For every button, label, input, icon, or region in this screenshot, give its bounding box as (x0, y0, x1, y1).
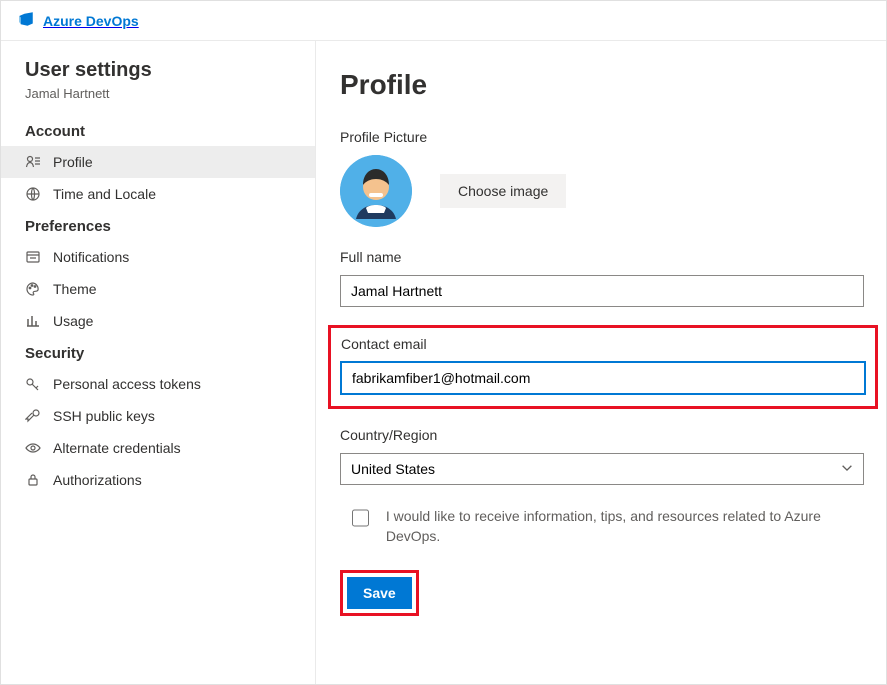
sidebar-item-label: Notifications (53, 249, 129, 265)
sidebar-item-time-locale[interactable]: Time and Locale (1, 178, 315, 210)
profile-picture-label: Profile Picture (340, 129, 866, 145)
sidebar-item-label: Authorizations (53, 472, 142, 488)
sidebar-subtitle: Jamal Hartnett (1, 86, 315, 101)
contact-email-input[interactable] (341, 362, 865, 394)
lock-icon (25, 472, 41, 488)
main-content: Profile Profile Picture Cho (316, 41, 886, 684)
full-name-input[interactable] (340, 275, 864, 307)
profile-icon (25, 154, 41, 170)
sidebar-item-label: Profile (53, 154, 93, 170)
country-label: Country/Region (340, 427, 866, 443)
sidebar-item-label: Usage (53, 313, 93, 329)
globe-icon (25, 186, 41, 202)
usage-icon (25, 313, 41, 329)
sidebar-item-notifications[interactable]: Notifications (1, 241, 315, 273)
full-name-label: Full name (340, 249, 866, 265)
page-title: Profile (340, 69, 866, 101)
sidebar-item-ssh[interactable]: SSH public keys (1, 400, 315, 432)
avatar (340, 155, 412, 227)
save-highlight: Save (340, 570, 419, 616)
sidebar-item-usage[interactable]: Usage (1, 305, 315, 337)
sidebar-section-account: Account Profile (1, 115, 315, 210)
sidebar-item-pat[interactable]: Personal access tokens (1, 368, 315, 400)
sidebar-item-profile[interactable]: Profile (1, 146, 315, 178)
contact-email-highlight: Contact email (328, 325, 878, 409)
opt-in-checkbox[interactable] (352, 509, 369, 527)
sidebar-section-preferences: Preferences Notifications (1, 210, 315, 337)
sidebar-item-theme[interactable]: Theme (1, 273, 315, 305)
sidebar-section-security: Security Personal access tokens (1, 337, 315, 496)
sidebar-item-authorizations[interactable]: Authorizations (1, 464, 315, 496)
save-button[interactable]: Save (347, 577, 412, 609)
opt-in-row: I would like to receive information, tip… (348, 507, 848, 546)
notifications-icon (25, 249, 41, 265)
sidebar-item-label: Theme (53, 281, 97, 297)
topbar: Azure DevOps (1, 1, 886, 41)
profile-picture-field: Profile Picture Choose image (340, 129, 866, 227)
country-field: Country/Region (340, 427, 866, 485)
choose-image-button[interactable]: Choose image (440, 174, 566, 208)
sidebar-section-title: Preferences (1, 210, 315, 241)
sidebar-item-label: Alternate credentials (53, 440, 181, 456)
sidebar-item-label: SSH public keys (53, 408, 155, 424)
azure-devops-logo-icon (17, 10, 35, 31)
opt-in-label[interactable]: I would like to receive information, tip… (386, 507, 848, 546)
sidebar-section-title: Security (1, 337, 315, 368)
sidebar-section-title: Account (1, 115, 315, 146)
sidebar-item-label: Time and Locale (53, 186, 156, 202)
sidebar-title: User settings (1, 59, 315, 82)
contact-email-label: Contact email (341, 336, 865, 352)
eye-icon (25, 440, 41, 456)
ssh-icon (25, 408, 41, 424)
brand-link[interactable]: Azure DevOps (17, 10, 139, 31)
sidebar: User settings Jamal Hartnett Account Pro… (1, 41, 316, 684)
sidebar-item-alt-creds[interactable]: Alternate credentials (1, 432, 315, 464)
key-icon (25, 376, 41, 392)
full-name-field: Full name (340, 249, 866, 307)
brand-text: Azure DevOps (43, 13, 139, 29)
country-select[interactable] (340, 453, 864, 485)
sidebar-item-label: Personal access tokens (53, 376, 201, 392)
theme-icon (25, 281, 41, 297)
